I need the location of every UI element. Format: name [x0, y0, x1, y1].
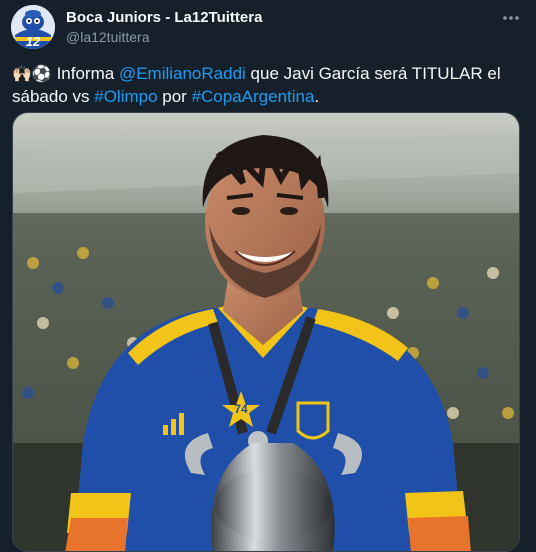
mention-link[interactable]: @EmilianoRaddi [119, 64, 246, 83]
hashtag-link-olimpo[interactable]: #Olimpo [94, 87, 157, 106]
jersey-number: 74 [234, 402, 248, 416]
tweet-text-part: . [314, 87, 320, 106]
tweet-text-part: por [157, 87, 192, 106]
avatar-number: 12 [26, 34, 41, 49]
account-avatar[interactable]: 12 [11, 5, 55, 49]
avatar-mascot-icon: 12 [11, 5, 55, 49]
hashtag-link-copa-argentina[interactable]: #CopaArgentina [192, 87, 315, 106]
account-handle[interactable]: @la12tuittera [66, 29, 149, 45]
more-dots-icon [503, 16, 519, 20]
tweet-card[interactable]: 12 Boca Juniors - La12Tuittera @la12tuit… [0, 0, 536, 552]
more-options-button[interactable] [499, 8, 523, 28]
tweet-text-part: Informa [51, 64, 119, 83]
tweet-text: 🙌🏻⚽ Informa @EmilianoRaddi que Javi Garc… [12, 62, 524, 108]
player-photo-illustration: 74 [13, 113, 519, 551]
raised-hands-soccer-emoji: 🙌🏻⚽ [12, 64, 52, 83]
display-name[interactable]: Boca Juniors - La12Tuittera [66, 9, 262, 26]
tweet-photo[interactable]: 74 [12, 112, 520, 552]
